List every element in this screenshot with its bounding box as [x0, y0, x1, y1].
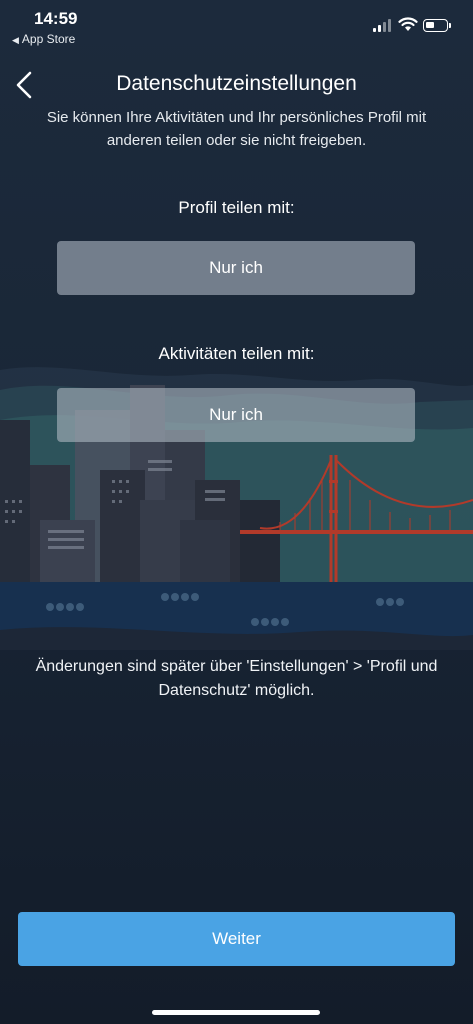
- page-title: Datenschutzeinstellungen: [116, 72, 357, 95]
- page-subtitle: Sie können Ihre Aktivitäten und Ihr pers…: [46, 109, 427, 149]
- cellular-signal-icon: [373, 19, 393, 32]
- back-app-label: App Store: [21, 32, 76, 46]
- settings-note: Änderungen sind später über 'Einstellung…: [35, 658, 438, 699]
- profile-sharing-select[interactable]: Nur ich: [57, 241, 415, 295]
- status-time: 14:59: [34, 9, 78, 28]
- wifi-icon: [398, 17, 418, 31]
- home-indicator[interactable]: [152, 1010, 320, 1015]
- activity-sharing-select[interactable]: Nur ich: [57, 388, 415, 442]
- profile-sharing-label: Profil teilen mit:: [178, 198, 295, 217]
- status-bar: 14:59 ◀ App Store: [0, 0, 473, 52]
- back-to-app-link[interactable]: ◀ App Store: [12, 32, 75, 46]
- continue-button[interactable]: Weiter: [18, 912, 455, 966]
- back-triangle-icon: ◀: [12, 35, 19, 45]
- battery-icon: [423, 19, 451, 32]
- activity-sharing-label: Aktivitäten teilen mit:: [158, 344, 315, 363]
